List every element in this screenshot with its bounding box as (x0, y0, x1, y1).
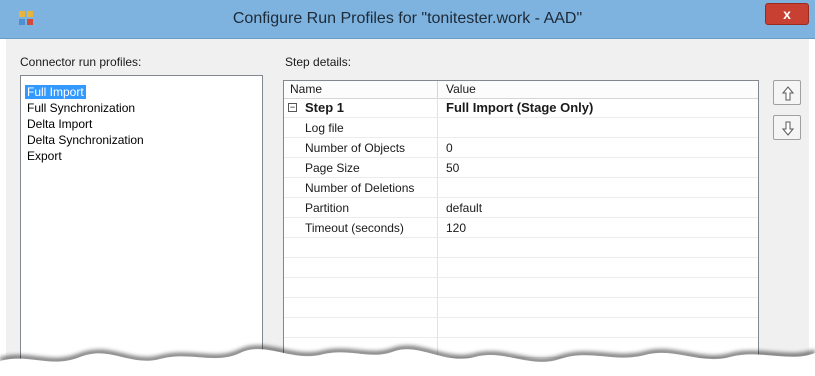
property-value: default (446, 201, 483, 215)
property-value: 0 (446, 141, 453, 155)
title-bar: Configure Run Profiles for "tonitester.w… (0, 0, 815, 39)
table-row[interactable]: Number of Objects 0 (284, 138, 758, 158)
move-up-button[interactable] (773, 80, 801, 105)
arrow-up-icon (782, 86, 794, 101)
list-item-delta-synchronization[interactable]: Delta Synchronization (25, 133, 146, 147)
window-title: Configure Run Profiles for "tonitester.w… (232, 10, 583, 27)
column-header-name[interactable]: Name (290, 82, 322, 96)
close-button[interactable]: x (765, 3, 809, 25)
property-name: Partition (305, 201, 350, 215)
empty-row (284, 298, 758, 318)
property-name: Log file (305, 121, 344, 135)
move-down-button[interactable] (773, 115, 801, 140)
property-value: 50 (446, 161, 460, 175)
table-row[interactable]: Timeout (seconds) 120 (284, 218, 758, 238)
arrow-down-icon (782, 121, 794, 136)
list-item-delta-import[interactable]: Delta Import (25, 117, 94, 131)
property-name: Number of Deletions (305, 181, 415, 195)
table-row[interactable]: Partition default (284, 198, 758, 218)
property-name: Number of Objects (305, 141, 406, 155)
torn-edge-decoration (0, 345, 815, 376)
configure-run-profiles-dialog: Configure Run Profiles for "tonitester.w… (0, 0, 815, 376)
property-name: Page Size (305, 161, 360, 175)
property-name: Timeout (seconds) (305, 221, 404, 235)
empty-row (284, 238, 758, 258)
column-header-value[interactable]: Value (446, 82, 476, 96)
empty-row (284, 278, 758, 298)
step-details-label: Step details: (285, 55, 352, 69)
column-divider[interactable] (437, 81, 438, 98)
step-row[interactable]: − Step 1 Full Import (Stage Only) (284, 98, 758, 118)
step-name: Step 1 (305, 100, 345, 115)
property-value: 120 (446, 221, 467, 235)
profiles-label: Connector run profiles: (20, 55, 142, 69)
list-item-full-synchronization[interactable]: Full Synchronization (25, 101, 137, 115)
table-row[interactable]: Page Size 50 (284, 158, 758, 178)
grid-header: Name Value (284, 81, 758, 99)
collapse-icon[interactable]: − (288, 103, 297, 112)
table-row[interactable]: Log file (284, 118, 758, 138)
empty-row (284, 258, 758, 278)
list-item-full-import[interactable]: Full Import (25, 85, 86, 99)
table-row[interactable]: Number of Deletions (284, 178, 758, 198)
step-value: Full Import (Stage Only) (446, 100, 594, 115)
list-item-export[interactable]: Export (25, 149, 64, 163)
